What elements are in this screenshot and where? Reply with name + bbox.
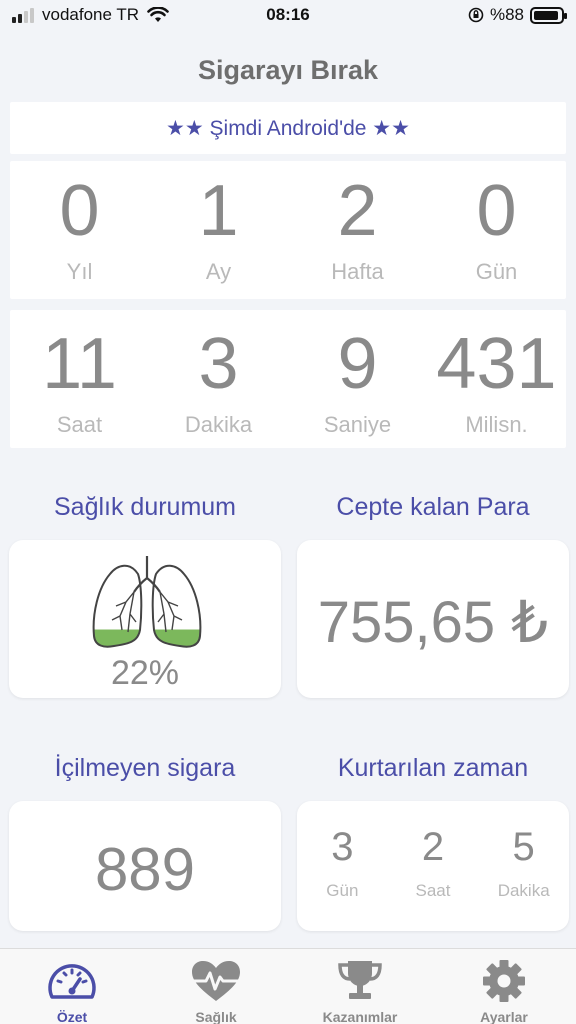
tab-health[interactable]: Sağlık bbox=[144, 949, 288, 1024]
duration-hours: 11 Saat bbox=[10, 310, 149, 448]
lungs-icon bbox=[92, 556, 202, 648]
tab-bar: Özet Sağlık Kazanımlar Ayarlar bbox=[0, 948, 576, 1024]
duration-label: Milisn. bbox=[465, 412, 528, 437]
duration-label: Yıl bbox=[66, 259, 93, 284]
duration-value: 0 bbox=[476, 171, 517, 251]
duration-milliseconds: 431 Milisn. bbox=[427, 310, 566, 448]
duration-value: 2 bbox=[337, 171, 378, 251]
duration-label: Saniye bbox=[323, 412, 392, 437]
money-card[interactable]: 755,65 ₺ bbox=[297, 540, 569, 698]
duration-label: Gün bbox=[475, 259, 518, 284]
cigarettes-card[interactable]: 889 bbox=[9, 801, 281, 931]
saved-label: Saat bbox=[415, 881, 451, 900]
battery-percent: %88 bbox=[489, 5, 524, 24]
tab-achievements[interactable]: Kazanımlar bbox=[288, 949, 432, 1024]
health-percent: 22% bbox=[110, 654, 180, 692]
health-section-title: Sağlık durumum bbox=[53, 493, 237, 521]
saved-time-row: 3 Gün 2 Saat 5 Dakika bbox=[297, 825, 569, 901]
duration-months: 1 Ay bbox=[149, 161, 288, 299]
tab-label: Kazanımlar bbox=[322, 1009, 398, 1024]
duration-minutes: 3 Dakika bbox=[149, 310, 288, 448]
cigarettes-section-title: İçilmeyen sigara bbox=[54, 754, 236, 782]
saved-time-section-title: Kurtarılan zaman bbox=[337, 754, 529, 782]
health-card[interactable]: 22% bbox=[9, 540, 281, 698]
android-banner[interactable]: ★★ Şimdi Android'de ★★ bbox=[10, 102, 566, 154]
lung-fill bbox=[93, 629, 201, 647]
battery-icon bbox=[530, 6, 567, 24]
saved-hours: 2 Saat bbox=[388, 825, 479, 901]
duration-weeks: 2 Hafta bbox=[288, 161, 427, 299]
tab-summary[interactable]: Özet bbox=[0, 949, 144, 1024]
saved-label: Gün bbox=[326, 881, 359, 900]
duration-card-top: 0 Yıl 1 Ay 2 Hafta 0 Gün bbox=[10, 161, 566, 299]
trophy-icon bbox=[338, 961, 382, 999]
status-right: %88 bbox=[468, 5, 567, 25]
tab-label: Ayarlar bbox=[480, 1009, 528, 1024]
tab-label: Özet bbox=[56, 1009, 88, 1024]
duration-value: 431 bbox=[436, 324, 557, 404]
duration-label: Saat bbox=[56, 412, 103, 437]
duration-days: 0 Gün bbox=[427, 161, 566, 299]
saved-label: Dakika bbox=[497, 881, 550, 900]
tab-settings[interactable]: Ayarlar bbox=[432, 949, 576, 1024]
duration-label: Dakika bbox=[184, 412, 253, 437]
status-bar: vodafone TR 08:16 %88 bbox=[0, 0, 576, 34]
duration-label: Ay bbox=[205, 259, 232, 284]
speedometer-icon bbox=[48, 964, 96, 999]
saved-value: 3 bbox=[331, 825, 354, 869]
duration-card-bottom: 11 Saat 3 Dakika 9 Saniye 431 Milisn. bbox=[10, 310, 566, 448]
duration-value: 3 bbox=[198, 324, 239, 404]
saved-days: 3 Gün bbox=[297, 825, 388, 901]
duration-label: Hafta bbox=[331, 259, 384, 284]
duration-value: 1 bbox=[198, 171, 239, 251]
duration-value: 0 bbox=[59, 171, 100, 251]
duration-seconds: 9 Saniye bbox=[288, 310, 427, 448]
tab-label: Sağlık bbox=[195, 1009, 237, 1024]
page-title: Sigarayı Bırak bbox=[197, 55, 379, 85]
money-section-title: Cepte kalan Para bbox=[336, 493, 530, 521]
saved-time-card[interactable]: 3 Gün 2 Saat 5 Dakika bbox=[297, 801, 569, 931]
saved-value: 2 bbox=[421, 825, 445, 869]
cigarettes-value: 889 bbox=[94, 836, 196, 903]
gear-icon bbox=[483, 960, 525, 1002]
heartbeat-icon bbox=[192, 961, 240, 1001]
orientation-lock-icon bbox=[468, 7, 484, 23]
money-value: 755,65 ₺ bbox=[317, 590, 549, 655]
duration-years: 0 Yıl bbox=[10, 161, 149, 299]
saved-minutes: 5 Dakika bbox=[478, 825, 569, 901]
duration-value: 9 bbox=[337, 324, 378, 404]
saved-value: 5 bbox=[512, 825, 535, 869]
duration-value: 11 bbox=[42, 324, 117, 404]
